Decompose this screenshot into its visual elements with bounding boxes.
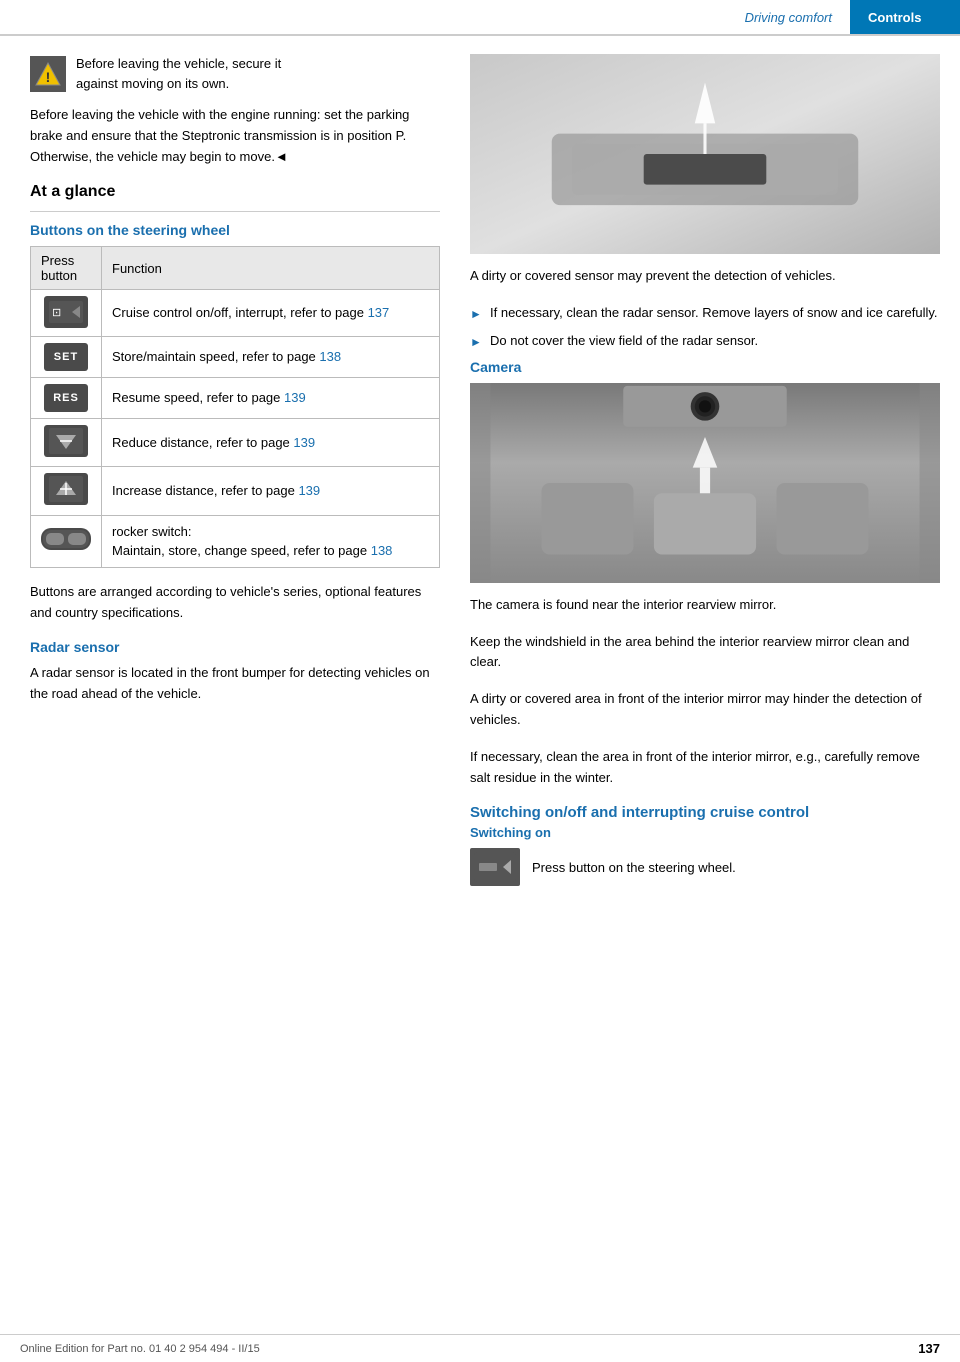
switching-sub-heading: Switching on — [470, 825, 940, 840]
header-driving-comfort: Driving comfort — [727, 10, 850, 25]
increase-distance-icon — [44, 473, 88, 505]
radar-sensor-section: Radar sensor A radar sensor is located i… — [30, 639, 440, 705]
svg-text:⊡: ⊡ — [52, 307, 61, 319]
steering-wheel-table: Press button Function ⊡ — [30, 246, 440, 568]
page-ref-139-increase[interactable]: 139 — [298, 483, 320, 498]
buttons-note-text: Buttons are arranged according to vehicl… — [30, 582, 440, 624]
table-row: RES Resume speed, refer to page 139 — [31, 377, 440, 418]
page-ref-139-reduce[interactable]: 139 — [293, 435, 315, 450]
res-btn-icon: RES — [44, 384, 88, 412]
bullet-item-cover: ► Do not cover the view field of the rad… — [470, 331, 940, 351]
btn-cell-increase — [31, 467, 102, 516]
page-ref-137-cruise[interactable]: 137 — [368, 305, 390, 320]
table-col1-header: Press button — [31, 247, 102, 290]
cruise-btn-icon: ⊡ — [44, 296, 88, 328]
radar-sensor-text: A radar sensor is located in the front b… — [30, 663, 440, 705]
camera-image — [470, 383, 940, 583]
main-content: ! Before leaving the vehicle, secure it … — [0, 36, 960, 886]
bullet-item-clean: ► If necessary, clean the radar sensor. … — [470, 303, 940, 323]
body-warning-text: Before leaving the vehicle with the engi… — [30, 105, 440, 167]
table-row: ⊡ Cruise control on/off, interrupt, refe… — [31, 290, 440, 337]
switching-on-row: Press button on the steering wheel. — [470, 848, 940, 886]
bullet-text-cover: Do not cover the view field of the radar… — [490, 331, 758, 351]
switching-main-heading: Switching on/off and interrupting cruise… — [470, 804, 940, 821]
warning-text: Before leaving the vehicle, secure it ag… — [76, 54, 281, 93]
page-number: 137 — [918, 1341, 940, 1356]
camera-scene — [470, 383, 940, 583]
dirty-sensor-text: A dirty or covered sensor may prevent th… — [470, 266, 940, 287]
function-cell-rocker: rocker switch: Maintain, store, change s… — [102, 515, 440, 567]
svg-text:!: ! — [46, 69, 51, 85]
function-cell-res: Resume speed, refer to page 139 — [102, 377, 440, 418]
bullet-arrow-icon-2: ► — [470, 333, 482, 351]
table-row: Reduce distance, refer to page 139 — [31, 418, 440, 467]
warning-box: ! Before leaving the vehicle, secure it … — [30, 54, 440, 93]
btn-cell-set: SET — [31, 336, 102, 377]
function-cell-cruise: Cruise control on/off, interrupt, refer … — [102, 290, 440, 337]
page-ref-138-rocker[interactable]: 138 — [371, 543, 393, 558]
function-cell-set: Store/maintain speed, refer to page 138 — [102, 336, 440, 377]
bullet-text-clean: If necessary, clean the radar sensor. Re… — [490, 303, 938, 323]
btn-cell-cruise: ⊡ — [31, 290, 102, 337]
header-controls: Controls — [850, 0, 960, 34]
page-ref-138-set[interactable]: 138 — [319, 349, 341, 364]
footer-text: Online Edition for Part no. 01 40 2 954 … — [20, 1343, 260, 1355]
switching-on-text: Press button on the steering wheel. — [532, 860, 736, 875]
btn-cell-res: RES — [31, 377, 102, 418]
front-bumper-image — [470, 54, 940, 254]
camera-heading: Camera — [470, 359, 940, 375]
table-row: Increase distance, refer to page 139 — [31, 467, 440, 516]
camera-text1: The camera is found near the interior re… — [470, 595, 940, 616]
bottom-bar: Online Edition for Part no. 01 40 2 954 … — [0, 1334, 960, 1362]
function-cell-reduce: Reduce distance, refer to page 139 — [102, 418, 440, 467]
btn-cell-reduce — [31, 418, 102, 467]
function-cell-increase: Increase distance, refer to page 139 — [102, 467, 440, 516]
page-header: Driving comfort Controls — [0, 0, 960, 36]
warning-icon: ! — [30, 56, 66, 92]
rocker-switch-icon — [41, 528, 91, 550]
switching-on-btn-icon — [470, 848, 520, 886]
camera-text3: A dirty or covered area in front of the … — [470, 689, 940, 731]
set-btn-icon: SET — [44, 343, 88, 371]
left-column: ! Before leaving the vehicle, secure it … — [0, 54, 460, 886]
btn-cell-rocker — [31, 515, 102, 567]
table-col2-header: Function — [102, 247, 440, 290]
table-row: SET Store/maintain speed, refer to page … — [31, 336, 440, 377]
camera-text2: Keep the windshield in the area behind t… — [470, 632, 940, 674]
radar-sensor-heading: Radar sensor — [30, 639, 440, 655]
steering-wheel-heading: Buttons on the steering wheel — [30, 222, 440, 238]
page-ref-139-res[interactable]: 139 — [284, 390, 306, 405]
table-row: rocker switch: Maintain, store, change s… — [31, 515, 440, 567]
bullet-arrow-icon: ► — [470, 305, 482, 323]
switching-section: Switching on/off and interrupting cruise… — [470, 804, 940, 886]
at-a-glance-heading: At a glance — [30, 183, 440, 201]
radar-bullet-list: ► If necessary, clean the radar sensor. … — [470, 303, 940, 351]
camera-text4: If necessary, clean the area in front of… — [470, 747, 940, 789]
front-bumper-scene — [470, 54, 940, 254]
reduce-distance-icon — [44, 425, 88, 457]
right-column: A dirty or covered sensor may prevent th… — [460, 54, 960, 886]
